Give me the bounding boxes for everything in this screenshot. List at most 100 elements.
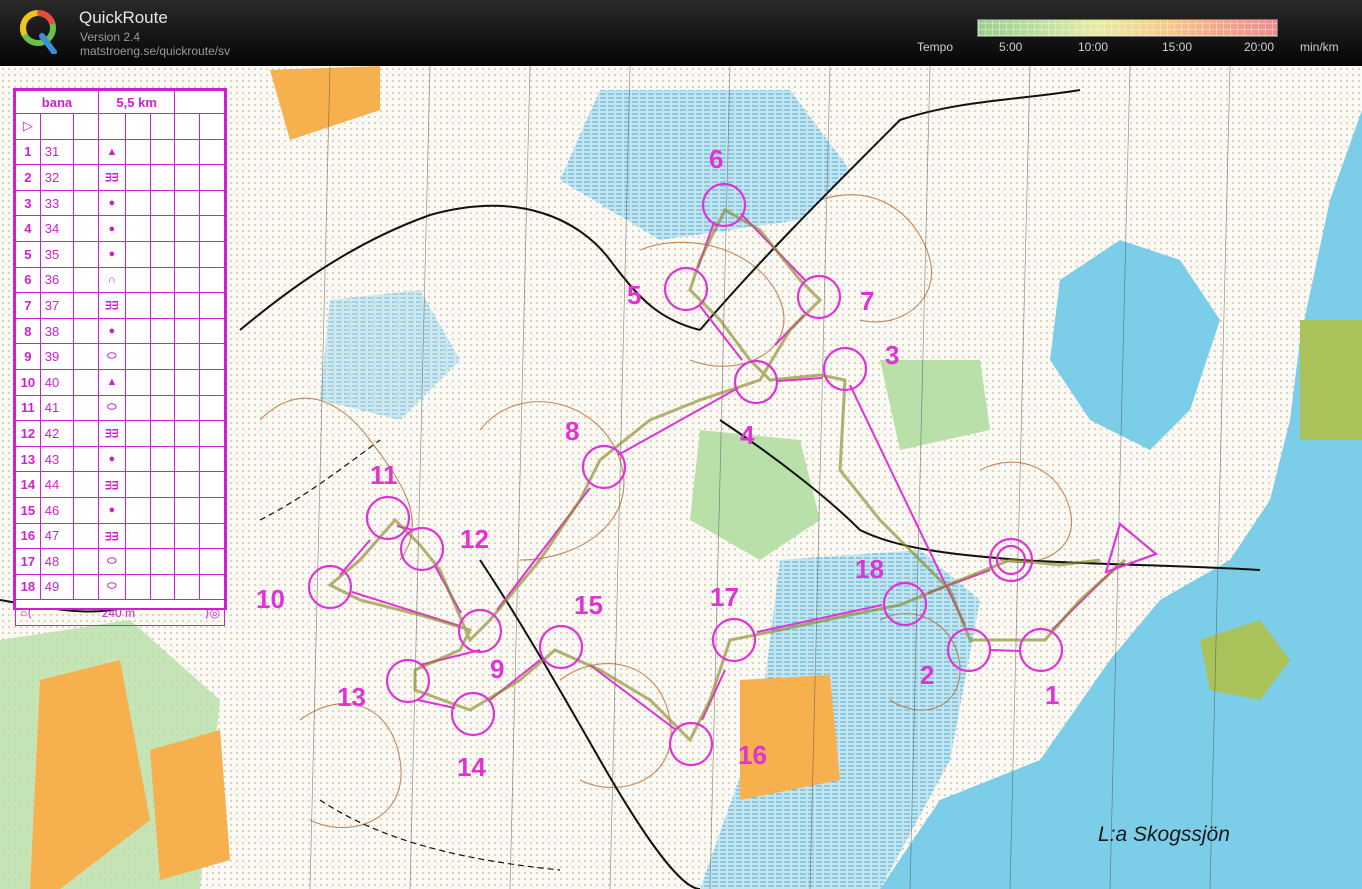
column-f <box>149 215 176 242</box>
feature-symbol-icon: ● <box>97 240 126 268</box>
column-f <box>149 317 176 345</box>
tempo-color-scale <box>977 19 1278 37</box>
control-label-9: 9 <box>490 654 505 684</box>
feature-symbol-icon: ● <box>97 445 126 473</box>
control-code: 39 <box>39 343 75 370</box>
column-f <box>149 292 176 319</box>
finish-distance: ○⟨ 240 m ⟩◎ <box>15 599 225 626</box>
app-url[interactable]: matstroeng.se/quickroute/sv <box>80 44 230 58</box>
column-h <box>199 138 225 166</box>
column-g <box>174 240 201 268</box>
control-code: 42 <box>39 420 75 447</box>
control-label-18: 18 <box>855 554 884 584</box>
column-f <box>149 471 176 498</box>
control-number: 9 <box>15 343 41 370</box>
feature-symbol-icon: ᴟᴟ <box>97 164 126 191</box>
column-g <box>174 138 201 166</box>
column-h <box>199 343 225 370</box>
column-e <box>124 317 151 345</box>
column-c <box>73 496 99 524</box>
control-label-11: 11 <box>370 460 398 490</box>
start-row: ▷ <box>15 113 225 140</box>
column-g <box>174 368 201 396</box>
column-e <box>124 522 151 550</box>
column-h <box>199 215 225 242</box>
control-description-row: 4 34 ● <box>15 215 225 242</box>
column-h <box>199 240 225 268</box>
column-c <box>73 573 99 601</box>
app-title: QuickRoute <box>79 8 168 27</box>
control-number: 11 <box>15 394 41 422</box>
column-c <box>73 471 99 498</box>
control-number: 2 <box>15 164 41 191</box>
card-header-row: bana 5,5 km <box>15 90 225 114</box>
column-h <box>199 573 225 601</box>
control-label-10: 10 <box>256 584 285 614</box>
column-c <box>73 368 99 396</box>
feature-symbol-icon: ▲ <box>97 138 126 166</box>
column-c <box>73 548 99 575</box>
class-label: bana <box>15 90 99 114</box>
feature-symbol-icon: ᴟᴟ <box>97 420 126 447</box>
column-e <box>124 164 151 191</box>
column-c <box>73 138 99 166</box>
control-label-3: 3 <box>885 340 900 370</box>
column-e <box>124 292 151 319</box>
finish-start-icon: ○⟨ <box>20 605 32 620</box>
quickroute-logo-icon <box>20 10 57 54</box>
column-c <box>73 240 99 268</box>
column-g <box>174 343 201 370</box>
control-code: 48 <box>39 548 75 575</box>
control-code: 32 <box>39 164 75 191</box>
feature-symbol-icon: ⬭ <box>97 343 126 370</box>
tempo-tick: 10:00 <box>1078 40 1109 54</box>
column-g <box>174 573 201 601</box>
control-label-12: 12 <box>460 524 489 554</box>
control-label-8: 8 <box>565 416 580 446</box>
control-label-15: 15 <box>574 590 603 620</box>
control-description-row: 10 40 ▲ <box>15 368 225 396</box>
control-number: 1 <box>15 138 41 166</box>
column-e <box>124 343 151 370</box>
column-c <box>73 522 99 550</box>
control-label-1: 1 <box>1045 680 1060 710</box>
finish-end-icon: ⟩◎ <box>204 605 220 620</box>
control-label-6: 6 <box>709 144 724 174</box>
column-h <box>199 471 225 498</box>
column-h <box>199 522 225 550</box>
column-e <box>124 394 151 422</box>
column-f <box>149 548 176 575</box>
column-c <box>73 189 99 217</box>
control-code: 38 <box>39 317 75 345</box>
control-description-row: 3 33 ● <box>15 189 225 217</box>
column-g <box>174 266 201 294</box>
column-f <box>149 573 176 601</box>
control-description-row: 11 41 ⬭ <box>15 394 225 422</box>
control-description-row: 9 39 ⬭ <box>15 343 225 370</box>
control-description-row: 17 48 ⬭ <box>15 548 225 575</box>
column-h <box>199 420 225 447</box>
feature-symbol-icon: ᴟᴟ <box>97 471 126 498</box>
column-e <box>124 445 151 473</box>
control-label-13: 13 <box>337 682 366 712</box>
column-f <box>149 189 176 217</box>
feature-symbol-icon: ⬭ <box>97 394 126 422</box>
control-description-card: bana 5,5 km ▷ 1 31 ▲ 2 32 ᴟᴟ 3 33 ● 4 34 ● 5 35 ● 6 36 ∩ 7… <box>13 88 227 626</box>
column-c <box>73 420 99 447</box>
column-g <box>174 394 201 422</box>
control-code: 47 <box>39 522 75 550</box>
column-h <box>199 317 225 345</box>
course-length: 5,5 km <box>97 90 176 114</box>
control-description-row: 5 35 ● <box>15 240 225 268</box>
column-g <box>174 471 201 498</box>
control-description-row: 13 43 ● <box>15 445 225 473</box>
feature-symbol-icon: ⬭ <box>97 573 126 601</box>
column-g <box>174 189 201 217</box>
column-h <box>199 394 225 422</box>
control-number: 3 <box>15 189 41 217</box>
column-g <box>174 164 201 191</box>
feature-symbol-icon: ● <box>97 189 126 217</box>
control-number: 8 <box>15 317 41 345</box>
column-e <box>124 368 151 396</box>
control-code: 33 <box>39 189 75 217</box>
